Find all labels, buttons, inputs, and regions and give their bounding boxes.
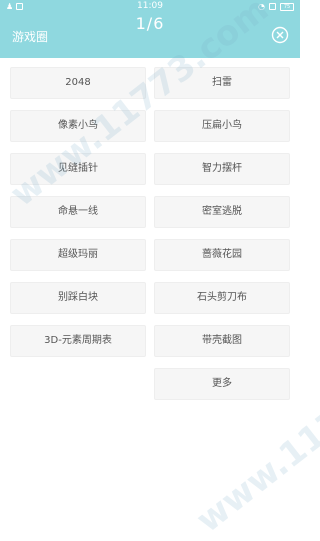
- status-time: 11:09: [137, 1, 163, 11]
- alarm-icon: ◔: [258, 2, 265, 11]
- game-button-pin-insert[interactable]: 见缝插针: [10, 153, 146, 185]
- game-button-framed-screenshot[interactable]: 带壳截图: [154, 325, 290, 357]
- game-button-squash-bird[interactable]: 压扁小鸟: [154, 110, 290, 142]
- close-circle-icon[interactable]: [271, 26, 289, 44]
- game-button-life-thread[interactable]: 命悬一线: [10, 196, 146, 228]
- game-button-rock-paper-scissors[interactable]: 石头剪刀布: [154, 282, 290, 314]
- header-bar: 游戏圈 1/6: [0, 14, 300, 58]
- game-button-minesweeper[interactable]: 扫雷: [154, 67, 290, 99]
- game-button-rose-garden[interactable]: 蔷薇花园: [154, 239, 290, 271]
- battery-icon: 75: [280, 2, 294, 11]
- status-icons-right: ◔ 75: [258, 2, 294, 11]
- game-button-super-mario[interactable]: 超级玛丽: [10, 239, 146, 271]
- sim-icon: [269, 3, 276, 10]
- game-button-stick-swing[interactable]: 智力摆杆: [154, 153, 290, 185]
- status-bar: ♟ 11:09 ◔ 75: [0, 0, 300, 14]
- more-button[interactable]: 更多: [154, 368, 290, 400]
- game-button-2048[interactable]: 2048: [10, 67, 146, 99]
- game-button-escape-room[interactable]: 密室逃脱: [154, 196, 290, 228]
- page-indicator: 1/6: [135, 14, 165, 33]
- game-button-white-tiles[interactable]: 别踩白块: [10, 282, 146, 314]
- game-button-pixel-bird[interactable]: 像素小鸟: [10, 110, 146, 142]
- game-button-periodic-table[interactable]: 3D-元素周期表: [10, 325, 146, 357]
